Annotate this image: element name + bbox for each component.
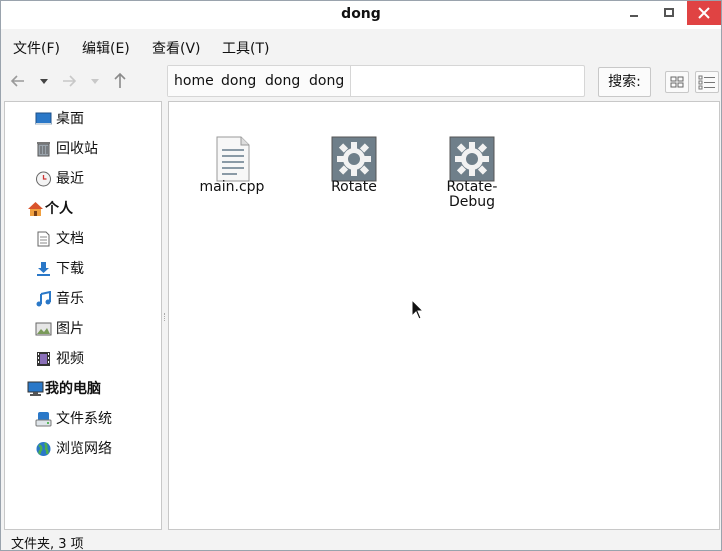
sidebar-item-label: 回收站 — [56, 141, 98, 157]
icon-view-button[interactable] — [665, 71, 689, 93]
grid-view-icon — [670, 76, 684, 88]
sidebar-item-label: 最近 — [56, 171, 84, 187]
menu-file[interactable]: 文件(F) — [13, 38, 60, 58]
toolbar: home dong dong dong 搜索: — [1, 61, 721, 101]
video-icon — [37, 352, 50, 366]
sidebar-item-label: 下载 — [56, 261, 84, 277]
mouse-pointer-icon — [411, 299, 425, 320]
download-icon — [37, 262, 50, 276]
file-item-main-cpp[interactable]: main.cpp — [187, 136, 277, 206]
forward-arrow-icon[interactable] — [59, 71, 79, 91]
up-arrow-icon[interactable] — [110, 71, 130, 91]
window-title: dong — [341, 6, 381, 22]
breadcrumb-item[interactable]: dong — [303, 66, 352, 96]
sidebar-item-label: 文档 — [56, 231, 84, 247]
status-bar: 文件夹, 3 项 — [1, 530, 721, 551]
maximize-button[interactable] — [652, 1, 686, 25]
splitter-grip — [164, 313, 166, 321]
breadcrumb-item[interactable]: dong — [259, 66, 308, 96]
list-view-icon — [698, 75, 715, 90]
sidebar-item-label: 浏览网络 — [56, 441, 112, 457]
home-icon — [28, 202, 43, 216]
file-item-rotate[interactable]: Rotate — [309, 136, 399, 206]
trash-icon — [37, 142, 50, 157]
close-icon — [698, 7, 710, 19]
menu-bar: 文件(F) 编辑(E) 查看(V) 工具(T) — [1, 33, 721, 61]
minimize-button[interactable] — [617, 1, 651, 25]
file-item-rotate-debug[interactable]: Rotate-Debug — [427, 136, 517, 216]
file-name: Rotate-Debug — [446, 179, 498, 210]
file-name: Rotate — [331, 179, 377, 195]
executable-gear-icon — [331, 136, 377, 182]
sidebar-item-label: 音乐 — [56, 291, 84, 307]
back-arrow-icon[interactable] — [8, 71, 28, 91]
desktop-icon — [35, 112, 52, 125]
file-manager-window: dong 文件(F) 编辑(E) 查看(V) 工具(T) home dong d… — [0, 0, 722, 551]
sidebar-item-label: 文件系统 — [56, 411, 112, 427]
minimize-icon — [630, 15, 638, 17]
music-icon — [36, 291, 51, 307]
back-history-dropdown-icon[interactable] — [34, 71, 54, 91]
list-view-button[interactable] — [695, 71, 719, 93]
computer-icon — [27, 381, 44, 396]
sidebar-item-label: 桌面 — [56, 111, 84, 127]
recent-clock-icon — [36, 171, 51, 187]
menu-edit[interactable]: 编辑(E) — [82, 38, 130, 58]
breadcrumb: home dong dong dong — [167, 65, 585, 97]
search-button[interactable]: 搜索: — [598, 67, 651, 97]
status-text: 文件夹, 3 项 — [11, 537, 84, 551]
menu-tools[interactable]: 工具(T) — [222, 38, 269, 58]
sidebar: 桌面 回收站 最近 个人 文档 下载 音乐 图片 视频 我的电脑 文件系统 浏览… — [4, 101, 162, 530]
maximize-icon — [664, 8, 674, 17]
sidebar-group-label: 个人 — [45, 201, 73, 217]
forward-history-dropdown-icon[interactable] — [85, 71, 105, 91]
drive-icon — [35, 412, 52, 427]
executable-gear-icon — [449, 136, 495, 182]
sidebar-item-label: 图片 — [56, 321, 84, 337]
title-bar[interactable]: dong — [1, 1, 721, 29]
menu-view[interactable]: 查看(V) — [152, 38, 201, 58]
picture-icon — [35, 322, 52, 336]
breadcrumb-item[interactable]: dong — [215, 66, 264, 96]
breadcrumb-item[interactable]: home — [168, 66, 221, 96]
text-file-icon — [216, 136, 250, 182]
close-button[interactable] — [687, 1, 721, 25]
sidebar-item-label: 视频 — [56, 351, 84, 367]
file-view[interactable]: main.cpp Rotate Rotate-Debug — [168, 101, 720, 530]
document-icon — [37, 231, 50, 247]
file-name: main.cpp — [199, 179, 265, 195]
sidebar-group-label: 我的电脑 — [45, 381, 101, 397]
network-globe-icon — [36, 442, 51, 456]
